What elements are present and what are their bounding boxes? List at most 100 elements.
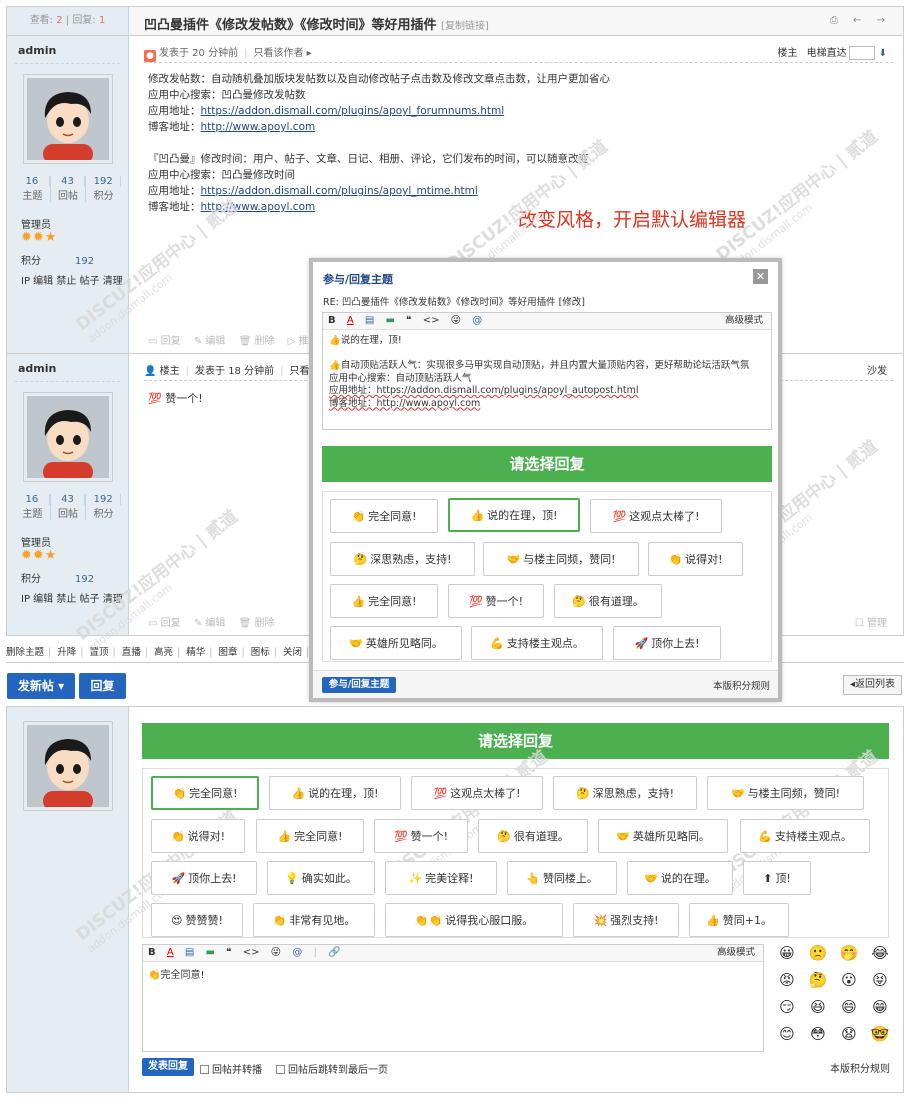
delete-action[interactable]: 🗑 删除 xyxy=(239,336,275,347)
quick-reply-button[interactable]: 👏 完全同意! xyxy=(151,776,259,810)
quick-reply-button[interactable]: 👍 完全同意! xyxy=(256,819,364,853)
quick-reply-button[interactable]: 🤝 英雄所见略同。 xyxy=(598,819,728,853)
modal-quick-reply-button[interactable]: 💯 赞一个! xyxy=(448,584,544,618)
smiley-icon[interactable]: 😳 xyxy=(805,1025,831,1043)
quick-reply-button[interactable]: 👍 说的在理，顶! xyxy=(269,776,401,810)
modal-quick-reply-button[interactable]: 🤔 很有道理。 xyxy=(554,584,662,618)
smiley-icon[interactable]: 😧 xyxy=(836,1025,862,1043)
quick-reply-button[interactable]: 💯 这观点太棒了! xyxy=(411,776,543,810)
posts-count[interactable]: 43 xyxy=(51,176,86,187)
smiley-icon[interactable]: 😀 xyxy=(774,944,800,962)
modal-credit-rules-link[interactable]: 本版积分规则 xyxy=(713,678,770,692)
modal-quick-reply-button[interactable]: 🤝 英雄所见略同。 xyxy=(330,626,462,660)
smiley-icon[interactable]: 😡 xyxy=(774,971,800,989)
modal-quick-reply-button[interactable]: 🤔 深思熟虑，支持! xyxy=(330,542,475,576)
close-icon[interactable]: ✕ xyxy=(753,269,768,284)
modal-quick-reply-button[interactable]: 💪 支持楼主观点。 xyxy=(471,626,603,660)
font-color-icon[interactable]: A xyxy=(347,315,354,326)
reply-action[interactable]: ▭ 回复 xyxy=(148,336,181,347)
mod-bump[interactable]: 升降 xyxy=(57,647,76,658)
advanced-mode-link[interactable]: 高级模式 xyxy=(717,945,755,961)
author-name[interactable]: admin xyxy=(18,362,56,375)
jump-go-icon[interactable]: ⬇ xyxy=(879,48,887,59)
edit-action[interactable]: ✎ 编辑 xyxy=(194,336,226,347)
mod-close[interactable]: 关闭 xyxy=(283,647,302,658)
user-group[interactable]: 管理员 xyxy=(21,534,51,549)
quick-reply-button[interactable]: 😍 赞赞赞! xyxy=(151,903,243,937)
quick-reply-button[interactable]: ✨ 完美诠释! xyxy=(385,861,497,895)
mod-stamp[interactable]: 图章 xyxy=(219,647,238,658)
credit-rules-link[interactable]: 本版积分规则 xyxy=(830,1060,890,1075)
attach-icon[interactable]: 🔗 xyxy=(328,947,340,958)
mod-highlight[interactable]: 高亮 xyxy=(154,647,173,658)
mod-delete-thread[interactable]: 删除主题 xyxy=(6,647,44,658)
author-name[interactable]: admin xyxy=(18,44,56,57)
bold-icon[interactable]: B xyxy=(148,947,156,958)
quick-reply-button[interactable]: 👏 说得对! xyxy=(151,819,245,853)
submit-reply-button[interactable]: 发表回复 xyxy=(142,1058,194,1076)
image-icon[interactable]: ▤ xyxy=(185,947,194,958)
admin-links[interactable]: IP 编辑 禁止 帖子 清理 xyxy=(21,590,123,605)
code-icon[interactable]: <> xyxy=(423,315,440,326)
quick-reply-button[interactable]: ⬆ 顶! xyxy=(743,861,811,895)
plugin-link-2[interactable]: https://addon.dismall.com/plugins/apoyl_… xyxy=(201,185,478,197)
quick-reply-button[interactable]: 🤔 深思熟虑，支持! xyxy=(553,776,697,810)
smiley-icon[interactable]: 😏 xyxy=(774,998,800,1016)
smiley-icon[interactable]: 😄 xyxy=(836,998,862,1016)
manage-checkbox[interactable]: ☐ 管理 xyxy=(855,614,887,629)
quick-reply-button[interactable]: 💯 赞一个! xyxy=(374,819,468,853)
code-icon[interactable]: <> xyxy=(243,947,260,958)
smiley-icon[interactable]: 🙁 xyxy=(805,944,831,962)
quote-icon[interactable]: ❝ xyxy=(226,947,231,958)
reply-button[interactable]: 回复 xyxy=(79,673,126,699)
advanced-mode-link[interactable]: 高级模式 xyxy=(725,313,763,329)
reply-editor-text[interactable]: 👏完全同意! xyxy=(143,962,763,985)
media-icon[interactable]: ▬ xyxy=(385,315,394,326)
admin-links[interactable]: IP 编辑 禁止 帖子 清理 xyxy=(21,272,123,287)
mod-live[interactable]: 直播 xyxy=(122,647,141,658)
smiley-icon[interactable]: 😊 xyxy=(774,1025,800,1043)
modal-quick-reply-button[interactable]: 🤝 与楼主同频，赞同! xyxy=(483,542,639,576)
quick-reply-button[interactable]: 🤝 说的在理。 xyxy=(627,861,733,895)
smiley-icon[interactable]: 😁 xyxy=(867,998,893,1016)
quick-reply-button[interactable]: 🚀 顶你上去! xyxy=(151,861,257,895)
at-icon[interactable]: @ xyxy=(472,315,482,326)
plugin-link-1[interactable]: https://addon.dismall.com/plugins/apoyl_… xyxy=(201,105,505,117)
reply-action[interactable]: ▭ 回复 xyxy=(148,618,181,629)
smiley-icon[interactable]: 😝 xyxy=(867,971,893,989)
quick-reply-button[interactable]: 👆 赞同楼上。 xyxy=(507,861,617,895)
smiley-icon[interactable]: 😜 xyxy=(451,315,461,326)
avatar[interactable] xyxy=(23,721,113,811)
image-icon[interactable]: ▤ xyxy=(365,315,374,326)
back-to-list-button[interactable]: ◂返回列表 xyxy=(842,675,902,695)
checkbox-icon[interactable] xyxy=(276,1065,285,1074)
user-group[interactable]: 管理员 xyxy=(21,216,51,231)
smiley-icon[interactable]: 🤓 xyxy=(867,1025,893,1043)
new-post-button[interactable]: 发新帖 ▾ xyxy=(7,673,75,699)
checkbox-icon[interactable] xyxy=(200,1065,209,1074)
delete-action[interactable]: 🗑 删除 xyxy=(239,618,275,629)
modal-editor[interactable]: B A ▤ ▬ ❝ <> 😜 @ 高级模式 👍说的在理，顶! 👍自动顶贴活跃人气… xyxy=(322,312,772,430)
edit-action[interactable]: ✎ 编辑 xyxy=(194,618,226,629)
topics-count[interactable]: 16 xyxy=(15,176,50,187)
only-author-link[interactable]: 只看该作者 ▸ xyxy=(253,48,311,59)
modal-quick-reply-button[interactable]: 🚀 顶你上去! xyxy=(613,626,721,660)
thread-nav-icons[interactable]: ⎙ ← → xyxy=(830,15,891,26)
option-forward[interactable]: 回帖并转播 xyxy=(200,1061,262,1076)
quick-reply-button[interactable]: 💪 支持楼主观点。 xyxy=(740,819,870,853)
quick-reply-button[interactable]: 🤔 很有道理。 xyxy=(478,819,588,853)
smiley-icon[interactable]: 🤭 xyxy=(836,944,862,962)
at-icon[interactable]: @ xyxy=(292,947,302,958)
smiley-icon[interactable]: 😜 xyxy=(271,947,281,958)
quick-reply-button[interactable]: 💥 强烈支持! xyxy=(573,903,679,937)
quick-reply-button[interactable]: 👍 赞同+1。 xyxy=(689,903,789,937)
avatar[interactable] xyxy=(23,74,113,164)
blog-link-1[interactable]: http://www.apoyl.com xyxy=(201,121,316,133)
modal-editor-text[interactable]: 👍说的在理，顶! 👍自动顶贴活跃人气：实现很多马甲实现自动顶贴，并且内置大量顶贴… xyxy=(323,330,771,415)
modal-submit-button[interactable]: 参与/回复主题 xyxy=(322,677,396,693)
mod-digest[interactable]: 精华 xyxy=(186,647,205,658)
bold-icon[interactable]: B xyxy=(328,315,336,326)
media-icon[interactable]: ▬ xyxy=(205,947,214,958)
quick-reply-button[interactable]: 👏👏 说得我心服口服。 xyxy=(385,903,563,937)
reply-editor[interactable]: B A ▤ ▬ ❝ <> 😜 @ | 🔗 高级模式 👏完全同意! xyxy=(142,944,764,1052)
